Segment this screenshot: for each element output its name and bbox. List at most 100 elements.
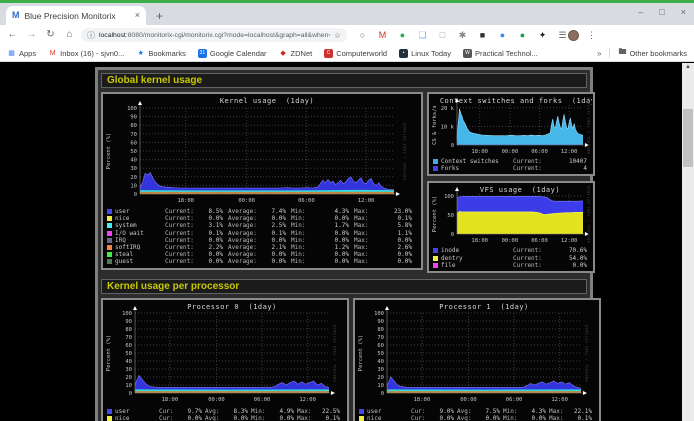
close-button[interactable]: × [681, 8, 686, 17]
legend-swatch [107, 209, 112, 214]
graph-legend: userCurrent:8.5%Average:7.4%Min:4.3%Max:… [104, 207, 420, 267]
legend-swatch [107, 223, 112, 228]
bookmarks-overflow-chevron[interactable]: » [597, 49, 601, 58]
google-calendar-icon: 31 [198, 49, 207, 58]
kernel-usage-graph[interactable]: 010203040506070809010018:0000:0006:0012:… [101, 92, 423, 270]
legend-swatch [433, 166, 438, 171]
svg-text:0: 0 [451, 143, 454, 149]
bookmark-computerworld[interactable]: CComputerworld [324, 49, 387, 58]
bookmark-label: Computerworld [336, 49, 387, 58]
browser-tab[interactable]: M Blue Precision Monitorix × [6, 6, 146, 25]
svg-text:00:00: 00:00 [238, 198, 255, 204]
processor-1-graph[interactable]: 010203040506070809010018:0000:0006:0012:… [353, 298, 601, 421]
svg-text:90: 90 [377, 319, 384, 325]
url-host: localhost [99, 32, 126, 39]
tab-close-icon[interactable]: × [135, 11, 140, 20]
browser-toolbar: ← → ↻ ⌂ ⓘ localhost:8080/monitorix-cgi/moni… [0, 25, 694, 45]
back-button[interactable]: ← [5, 29, 20, 41]
linux-today-icon: • [399, 49, 408, 58]
context-switches-graph[interactable]: 010 k20 k18:0000:0006:0012:00Context swi… [427, 92, 595, 176]
svg-text:60: 60 [130, 140, 137, 146]
bookmark-label: ZDNet [291, 49, 313, 58]
bookmark-bookmarks[interactable]: ★Bookmarks [136, 49, 186, 58]
legend-swatch [107, 259, 112, 264]
bookmark-linux-today[interactable]: •Linux Today [399, 49, 451, 58]
page-scrollbar[interactable]: ▲ [682, 63, 694, 421]
svg-text:RRDTOOL / TOBI OETIKER: RRDTOOL / TOBI OETIKER [587, 185, 591, 243]
minimize-button[interactable]: – [638, 8, 643, 17]
menu-kebab-icon[interactable]: ⋮ [587, 30, 596, 41]
url-text: localhost:8080/monitorix-cgi/monitorix.c… [99, 32, 330, 39]
graph-legend: userCur:9.0%Avg:7.5%Min:4.3%Max:22.1%nic… [356, 407, 598, 421]
legend-row: userCur:9.0%Avg:7.5%Min:4.3%Max:22.1% [359, 408, 595, 415]
legend-row: guestCurrent:0.0%Average:0.0%Min:0.0%Max… [107, 258, 417, 265]
bookmark-star-icon[interactable]: ☆ [334, 31, 341, 40]
maximize-button[interactable]: □ [659, 8, 664, 17]
green-globe-extension-icon[interactable]: ● [397, 30, 408, 41]
svg-text:Processor 0 (1day): Processor 0 (1day) [187, 303, 277, 311]
bookmark-practical-technology[interactable]: WPractical Technol... [463, 49, 538, 58]
svg-text:10: 10 [377, 383, 384, 389]
svg-text:70: 70 [377, 335, 384, 341]
bookmark-inbox[interactable]: MInbox (16) - sjvn0... [48, 49, 124, 58]
svg-text:10: 10 [125, 383, 132, 389]
bookmark-apps[interactable]: ▦Apps [7, 49, 36, 58]
svg-text:100: 100 [374, 311, 384, 317]
svg-text:90: 90 [125, 319, 132, 325]
svg-text:40: 40 [377, 359, 384, 365]
legend-row: Context switchesCurrent:10407 [433, 158, 589, 165]
pages-extension-icon[interactable]: ❏ [417, 30, 428, 41]
section-header-global-kernel-usage: Global kernel usage [101, 73, 587, 88]
svg-text:70: 70 [125, 335, 132, 341]
legend-swatch [107, 409, 112, 414]
svg-text:VFS usage (1day): VFS usage (1day) [480, 186, 560, 194]
vfs-usage-plot: 05010018:0000:0006:0012:00VFS usage (1da… [430, 184, 592, 246]
svg-text:RRDTOOL / TOBI OETIKER: RRDTOOL / TOBI OETIKER [403, 122, 407, 180]
legend-swatch [107, 238, 112, 243]
vfs-usage-graph[interactable]: 05010018:0000:0006:0012:00VFS usage (1da… [427, 181, 595, 273]
other-bookmarks-folder[interactable]: 🖿 Other bookmarks [618, 46, 687, 60]
svg-text:12:00: 12:00 [551, 397, 568, 403]
svg-text:12:00: 12:00 [561, 149, 578, 155]
forward-button[interactable]: → [24, 29, 39, 41]
svg-text:Context switches and forks (1: Context switches and forks (1day) [440, 97, 592, 105]
legend-row: niceCur:0.0%Avg:0.0%Min:0.0%Max:0.1% [359, 415, 595, 421]
search-icon[interactable]: ○ [357, 30, 368, 41]
dark-square-extension-icon[interactable]: ■ [477, 30, 488, 41]
bookmarks-icon: ★ [136, 49, 145, 58]
new-tab-button[interactable]: + [156, 11, 163, 21]
processor-0-graph[interactable]: 010203040506070809010018:0000:0006:0012:… [101, 298, 349, 421]
blue-circle-extension-icon[interactable]: ● [497, 30, 508, 41]
legend-swatch [107, 245, 112, 250]
gmail-icon[interactable]: M [377, 30, 388, 41]
reload-button[interactable]: ↻ [43, 29, 58, 41]
processor-0-plot: 010203040506070809010018:0000:0006:0012:… [104, 301, 338, 407]
extensions-row: ○ M ● ❏ □ ✱ ■ ● ● ✦ ☰ [357, 30, 568, 41]
bookmarks-bar: ▦Apps MInbox (16) - sjvn0... ★Bookmarks 31G… [0, 45, 694, 62]
svg-text:00:00: 00:00 [208, 397, 225, 403]
svg-text:Kernel usage (1day): Kernel usage (1day) [220, 97, 314, 105]
profile-avatar[interactable] [568, 30, 579, 41]
bookmark-zdnet[interactable]: ◆ZDNet [279, 49, 313, 58]
scrollbar-thumb[interactable] [683, 109, 693, 167]
svg-text:0: 0 [381, 391, 384, 397]
home-button[interactable]: ⌂ [62, 29, 77, 41]
legend-row: userCurrent:8.5%Average:7.4%Min:4.3%Max:… [107, 208, 417, 215]
omnibox[interactable]: ⓘ localhost:8080/monitorix-cgi/monitorix… [81, 28, 347, 42]
legend-swatch [433, 159, 438, 164]
svg-text:06:00: 06:00 [254, 397, 271, 403]
pin-extension-icon[interactable]: ✦ [537, 30, 548, 41]
scrollbar-up-arrow[interactable]: ▲ [682, 64, 694, 70]
legend-swatch [107, 216, 112, 221]
green-circle-extension-icon[interactable]: ● [517, 30, 528, 41]
bookmark-label: Google Calendar [210, 49, 267, 58]
legend-row: I/O waitCurrent:0.1%Average:0.1%Min:0.0%… [107, 230, 417, 237]
bookmark-google-calendar[interactable]: 31Google Calendar [198, 49, 267, 58]
page-info-icon[interactable]: ⓘ [87, 30, 95, 41]
gray-square-extension-icon[interactable]: □ [437, 30, 448, 41]
asterisk-extension-icon[interactable]: ✱ [457, 30, 468, 41]
bookmark-label: Linux Today [411, 49, 451, 58]
tab-list-icon[interactable]: ☰ [557, 30, 568, 41]
tab-strip: M Blue Precision Monitorix × + – □ × [0, 3, 694, 25]
legend-row: niceCurrent:0.0%Average:0.0%Min:0.0%Max:… [107, 215, 417, 222]
